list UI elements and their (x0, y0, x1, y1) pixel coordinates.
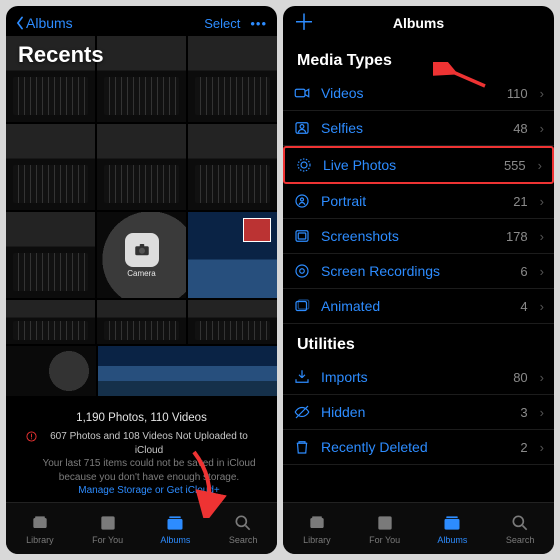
search-icon (233, 513, 253, 533)
chevron-right-icon: › (540, 121, 544, 136)
photo-thumb[interactable] (6, 124, 95, 210)
select-button[interactable]: Select (204, 16, 240, 31)
photo-thumb-camera[interactable]: Camera (97, 212, 186, 298)
warning-icon (26, 431, 37, 442)
section-media-types: Media Types (283, 40, 554, 76)
add-button[interactable]: ＋ (293, 12, 315, 34)
media-row-selfies[interactable]: Selfies 48 › (283, 111, 554, 146)
media-row-videos[interactable]: Videos 110 › (283, 76, 554, 111)
photo-thumb[interactable] (188, 212, 277, 298)
tab-search[interactable]: Search (209, 503, 277, 554)
tab-bar: Library For You Albums Search (6, 502, 277, 554)
selfie-icon (293, 119, 311, 137)
photo-thumb[interactable] (188, 300, 277, 344)
tab-albums[interactable]: Albums (142, 503, 210, 554)
media-row-animated[interactable]: Animated 4 › (283, 289, 554, 324)
media-row-screenshots[interactable]: Screenshots 178 › (283, 219, 554, 254)
chevron-right-icon: › (540, 229, 544, 244)
more-button[interactable]: ••• (250, 16, 267, 31)
page-title: Recents (18, 42, 104, 68)
screenshot-icon (293, 227, 311, 245)
photo-grid: Camera (6, 36, 277, 344)
photo-thumb[interactable] (188, 124, 277, 210)
chevron-right-icon: › (540, 264, 544, 279)
tab-search[interactable]: Search (486, 503, 554, 554)
util-row-deleted[interactable]: Recently Deleted 2 › (283, 430, 554, 465)
chevron-right-icon: › (540, 370, 544, 385)
library-icon (30, 513, 50, 533)
back-label: Albums (26, 15, 73, 31)
section-utilities: Utilities (283, 324, 554, 360)
photo-thumb-small[interactable] (6, 346, 96, 396)
livephoto-icon (295, 156, 313, 174)
media-row-livephotos[interactable]: Live Photos 555 › (283, 146, 554, 184)
phone-left-recents: Albums Select ••• Recents Camera 1,190 P… (6, 6, 277, 554)
albums-icon (442, 513, 462, 533)
camera-icon (125, 233, 159, 267)
hidden-icon (293, 403, 311, 421)
media-row-portrait[interactable]: Portrait 21 › (283, 184, 554, 219)
photo-thumb[interactable] (6, 300, 95, 344)
photo-thumb[interactable] (97, 124, 186, 210)
import-icon (293, 368, 311, 386)
icloud-warning: 607 Photos and 108 Videos Not Uploaded t… (6, 428, 277, 498)
tab-library[interactable]: Library (283, 503, 351, 554)
media-row-screenrec[interactable]: Screen Recordings 6 › (283, 254, 554, 289)
photo-thumb[interactable] (188, 36, 277, 122)
animated-icon (293, 297, 311, 315)
camera-label: Camera (127, 269, 155, 278)
tab-foryou[interactable]: For You (351, 503, 419, 554)
manage-storage-link[interactable]: Manage Storage or Get iCloud+ (78, 485, 219, 496)
trash-icon (293, 438, 311, 456)
tab-bar: Library For You Albums Search (283, 502, 554, 554)
chevron-right-icon: › (540, 440, 544, 455)
photo-thumb[interactable] (97, 36, 186, 122)
chevron-right-icon: › (538, 158, 542, 173)
navbar: ＋ Albums (283, 6, 554, 40)
chevron-left-icon (14, 16, 26, 30)
video-icon (293, 84, 311, 102)
chevron-right-icon: › (540, 194, 544, 209)
library-icon (307, 513, 327, 533)
chevron-right-icon: › (540, 299, 544, 314)
screenrec-icon (293, 262, 311, 280)
navbar: Albums Select ••• (6, 6, 277, 34)
heart-square-icon (98, 513, 118, 533)
page-title: Albums (393, 15, 444, 31)
util-row-imports[interactable]: Imports 80 › (283, 360, 554, 395)
portrait-icon (293, 192, 311, 210)
tab-albums[interactable]: Albums (419, 503, 487, 554)
util-row-hidden[interactable]: Hidden 3 › (283, 395, 554, 430)
library-summary: 1,190 Photos, 110 Videos (6, 396, 277, 428)
warn-sub: Your last 715 items could not be saved i… (41, 457, 257, 484)
warn-title: 607 Photos and 108 Videos Not Uploaded t… (50, 431, 248, 456)
back-button[interactable]: Albums (14, 15, 73, 31)
photo-thumb[interactable] (97, 300, 186, 344)
chevron-right-icon: › (540, 86, 544, 101)
albums-icon (165, 513, 185, 533)
photo-thumb[interactable] (6, 212, 95, 298)
phone-right-albums: ＋ Albums Media Types Videos 110 › Selfie… (283, 6, 554, 554)
search-icon (510, 513, 530, 533)
chevron-right-icon: › (540, 405, 544, 420)
tab-library[interactable]: Library (6, 503, 74, 554)
tab-foryou[interactable]: For You (74, 503, 142, 554)
photo-thumb-small[interactable] (98, 346, 277, 396)
heart-square-icon (375, 513, 395, 533)
